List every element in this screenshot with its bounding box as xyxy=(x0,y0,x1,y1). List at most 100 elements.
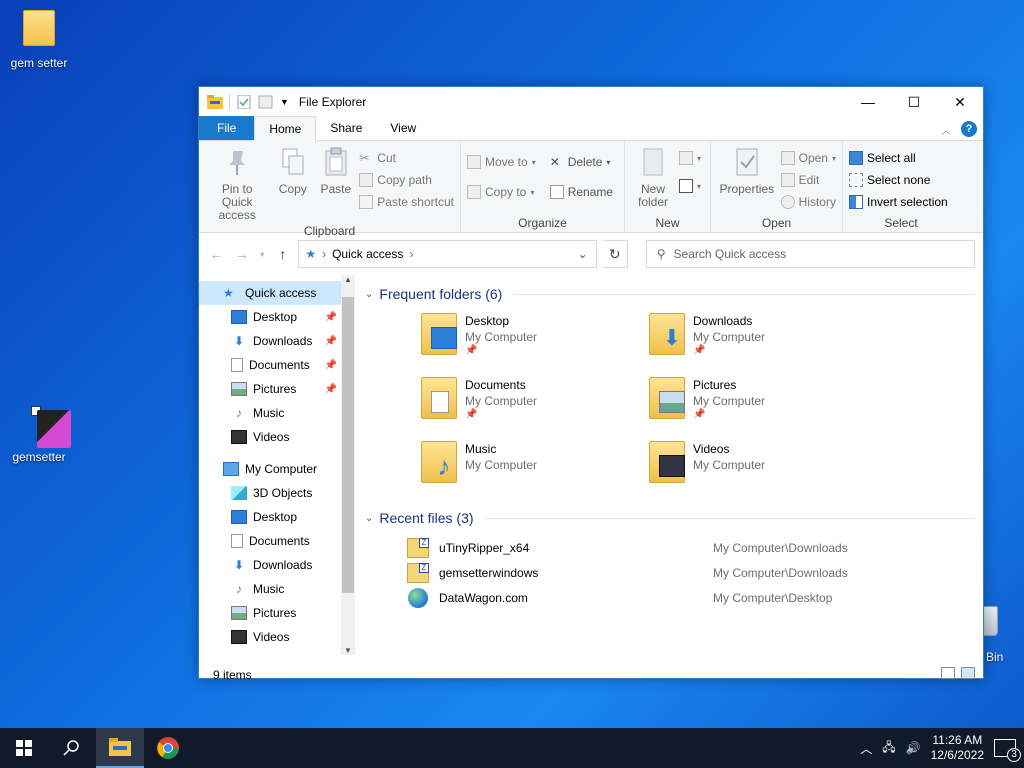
address-dropdown-icon[interactable]: ⌄ xyxy=(578,247,588,261)
tab-home[interactable]: Home xyxy=(254,116,317,141)
network-icon[interactable]: 🖧 xyxy=(882,738,895,759)
nav-quick-music[interactable]: ♪ Music xyxy=(199,401,355,425)
cut-button[interactable]: ✂ Cut xyxy=(359,149,454,167)
navigation-pane: ★ Quick access Desktop 📌 ⬇ Downloads 📌 D… xyxy=(199,275,355,663)
breadcrumb-quick-access[interactable]: Quick access xyxy=(332,247,403,261)
window-title: File Explorer xyxy=(298,95,367,109)
tab-view[interactable]: View xyxy=(376,116,430,140)
recent-locations-button[interactable]: ▾ xyxy=(257,250,267,259)
large-icons-view-icon[interactable] xyxy=(961,667,975,679)
paste-shortcut-button[interactable]: Paste shortcut xyxy=(359,193,454,211)
folder-tile-desktop[interactable]: Desktop My Computer 📌 xyxy=(421,309,649,367)
maximize-button[interactable]: ☐ xyxy=(891,87,937,117)
delete-button[interactable]: ✕ Delete ▾ xyxy=(550,153,613,171)
pin-to-quick-access-button[interactable]: Pin to Quick access xyxy=(205,145,269,222)
new-item-icon xyxy=(679,151,693,165)
frequent-folders-header[interactable]: ⌄ Frequent folders (6) xyxy=(365,281,983,307)
action-center-icon[interactable]: 3 xyxy=(994,739,1021,762)
nav-scrollbar-thumb[interactable] xyxy=(342,297,354,593)
forward-button[interactable]: → xyxy=(232,246,251,262)
show-hidden-icons-chevron[interactable]: ︿ xyxy=(860,740,872,757)
desktop-icon-label: gem setter xyxy=(10,56,68,70)
videos-icon xyxy=(231,630,247,644)
ribbon-collapse-icon[interactable]: ︿ xyxy=(941,122,951,137)
paste-shortcut-icon xyxy=(359,195,374,209)
tab-file[interactable]: File xyxy=(199,116,255,140)
nav-desktop[interactable]: Desktop xyxy=(199,505,355,529)
copy-button[interactable]: Copy xyxy=(273,145,312,222)
minimize-button[interactable]: — xyxy=(845,87,891,117)
select-all-button[interactable]: Select all xyxy=(849,149,948,167)
taskbar-chrome[interactable] xyxy=(144,728,192,768)
recent-file-row[interactable]: Z uTinyRipper_x64 My Computer\Downloads xyxy=(365,535,983,560)
folder-tile-music[interactable]: ♪ Music My Computer xyxy=(421,437,649,495)
taskbar-file-explorer[interactable] xyxy=(96,728,144,768)
nav-quick-videos[interactable]: Videos xyxy=(199,425,355,449)
pin-icon: 📌 xyxy=(324,359,337,371)
recent-file-row[interactable]: DataWagon.com My Computer\Desktop xyxy=(365,585,983,610)
nav-music[interactable]: ♪ Music xyxy=(199,577,355,601)
copy-path-button[interactable]: Copy path xyxy=(359,171,454,189)
nav-quick-downloads[interactable]: ⬇ Downloads 📌 xyxy=(199,329,355,353)
collapse-chevron-icon: ⌄ xyxy=(365,512,374,524)
folder-tile-downloads[interactable]: ⬇ Downloads My Computer 📌 xyxy=(649,309,877,367)
copy-to-button[interactable]: Copy to ▾ xyxy=(467,183,536,201)
paste-button[interactable]: Paste xyxy=(316,145,355,222)
move-to-button[interactable]: Move to ▾ xyxy=(467,153,536,171)
nav-quick-documents[interactable]: Documents 📌 xyxy=(199,353,355,377)
start-button[interactable] xyxy=(0,728,48,768)
nav-scrollbar[interactable]: ▲ ▼ xyxy=(341,275,355,655)
edit-button[interactable]: Edit xyxy=(780,171,836,189)
rename-button[interactable]: Rename xyxy=(549,183,613,201)
clock-time: 11:26 AM xyxy=(932,733,983,747)
up-button[interactable]: ↑ xyxy=(273,246,292,262)
close-button[interactable]: ✕ xyxy=(937,87,983,117)
help-icon[interactable]: ? xyxy=(961,121,977,137)
nav-quick-pictures[interactable]: Pictures 📌 xyxy=(199,377,355,401)
easy-access-button[interactable]: ▾ xyxy=(679,177,701,195)
file-explorer-icon xyxy=(109,738,131,756)
tab-share[interactable]: Share xyxy=(316,116,376,140)
nav-downloads[interactable]: ⬇ Downloads xyxy=(199,553,355,577)
breadcrumb-chevron-icon: › xyxy=(409,247,414,261)
address-bar[interactable]: ★ › Quick access › ⌄ xyxy=(298,240,597,268)
search-box[interactable]: ⚲ Search Quick access xyxy=(645,240,976,268)
invert-selection-button[interactable]: Invert selection xyxy=(849,193,948,211)
recent-file-row[interactable]: Z gemsetterwindows My Computer\Downloads xyxy=(365,560,983,585)
refresh-button[interactable]: ↻ xyxy=(602,240,628,268)
folder-tile-videos[interactable]: Videos My Computer xyxy=(649,437,877,495)
nav-pictures[interactable]: Pictures xyxy=(199,601,355,625)
easy-access-icon xyxy=(679,179,693,193)
folder-tile-pictures[interactable]: Pictures My Computer 📌 xyxy=(649,373,877,431)
select-none-icon xyxy=(849,173,863,187)
search-icon: ⚲ xyxy=(656,247,666,261)
open-button[interactable]: Open ▾ xyxy=(780,149,836,167)
desktop-icon-gem-setter[interactable]: gem setter xyxy=(4,10,74,70)
properties-button[interactable]: Properties xyxy=(717,145,777,214)
folder-tile-documents[interactable]: Documents My Computer 📌 xyxy=(421,373,649,431)
nav-videos[interactable]: Videos xyxy=(199,625,355,649)
history-button[interactable]: History xyxy=(780,193,836,211)
new-folder-qat-icon[interactable] xyxy=(258,95,274,109)
nav-3d-objects[interactable]: 3D Objects xyxy=(199,481,355,505)
properties-qat-icon[interactable] xyxy=(236,95,252,109)
history-icon xyxy=(780,195,795,209)
content-pane: ⌄ Frequent folders (6) Desktop My Compute… xyxy=(355,275,983,663)
back-button[interactable]: ← xyxy=(207,246,226,262)
select-none-button[interactable]: Select none xyxy=(849,171,948,189)
nav-my-computer[interactable]: My Computer xyxy=(199,457,355,481)
qat-dropdown-icon[interactable]: ▼ xyxy=(280,97,289,107)
recent-files-header[interactable]: ⌄ Recent files (3) xyxy=(365,505,983,531)
volume-icon[interactable]: 🔊 xyxy=(906,741,921,755)
clock[interactable]: 11:26 AM 12/6/2022 xyxy=(931,733,984,763)
desktop-icon-gemsetter[interactable]: gemsetter xyxy=(4,404,74,464)
details-view-icon[interactable] xyxy=(941,667,955,679)
new-folder-button[interactable]: New folder xyxy=(631,145,675,214)
nav-quick-access[interactable]: ★ Quick access xyxy=(199,281,355,305)
nav-quick-desktop[interactable]: Desktop 📌 xyxy=(199,305,355,329)
search-taskbar-button[interactable] xyxy=(48,728,96,768)
file-explorer-window: ▼ File Explorer — ☐ ✕ File Home Share Vi… xyxy=(198,86,984,682)
new-item-button[interactable]: ▾ xyxy=(679,149,701,167)
search-input[interactable]: Search Quick access xyxy=(674,247,787,261)
nav-documents[interactable]: Documents xyxy=(199,529,355,553)
